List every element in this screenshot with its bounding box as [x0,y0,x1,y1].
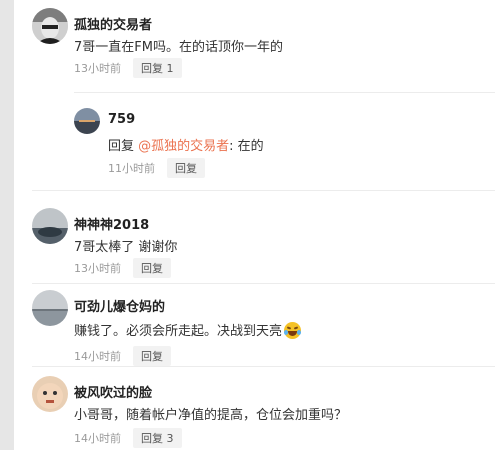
divider [32,366,495,367]
comment-text-content: 赚钱了。必须会所走起。决战到天亮 [74,324,283,339]
comment-author[interactable]: 可劲儿爆仓妈的 [74,296,165,315]
reply-text: 回复 @孤独的交易者: 在的 [108,135,264,154]
left-edge-strip [0,0,14,450]
comment-time: 14小时前 [74,350,121,363]
comment-text: 7哥太棒了 谢谢你 [74,240,178,255]
reply-time: 11小时前 [108,162,155,175]
avatar[interactable] [32,376,68,412]
comment-meta: 14小时前 回复 [74,346,171,366]
reply-button[interactable]: 回复 1 [133,58,182,78]
comment-author[interactable]: 神神神2018 [74,214,149,233]
divider [32,283,495,284]
avatar[interactable] [32,208,68,244]
mention-link[interactable]: @孤独的交易者 [138,139,229,154]
comment-author[interactable]: 孤独的交易者 [74,14,152,33]
avatar[interactable] [32,8,68,44]
comment-text: 7哥一直在FM吗。在的话顶你一年的 [74,40,283,55]
divider [32,190,495,191]
comment-meta: 13小时前 回复 [74,258,171,278]
laughing-crying-emoji-icon [284,322,302,339]
comment-meta: 14小时前 回复 3 [74,428,182,448]
comment-item: 孤独的交易者 7哥一直在FM吗。在的话顶你一年的 13小时前 回复 1 [32,8,503,78]
comment-item: 被风吹过的脸 小哥哥，随着帐户净值的提高，仓位会加重吗？ 14小时前 回复 3 [32,376,503,448]
comment-meta: 13小时前 回复 1 [74,58,182,78]
comment-text: 小哥哥，随着帐户净值的提高，仓位会加重吗？ [74,408,348,423]
divider [74,92,495,93]
comment-item: 可劲儿爆仓妈的 赚钱了。必须会所走起。决战到天亮 14小时前 回复 [32,290,503,366]
reply-content: : 在的 [229,139,264,154]
reply-button[interactable]: 回复 3 [133,428,182,448]
reply-prefix: 回复 [108,139,139,154]
avatar[interactable] [32,290,68,326]
reply-button[interactable]: 回复 [133,258,171,278]
reply-author[interactable]: 759 [108,112,135,127]
comment-time: 14小时前 [74,432,121,445]
reply-button[interactable]: 回复 [133,346,171,366]
comment-author[interactable]: 被风吹过的脸 [74,382,152,401]
avatar[interactable] [74,108,100,134]
comment-text: 赚钱了。必须会所走起。决战到天亮 [74,320,302,339]
reply-item: 759 回复 @孤独的交易者: 在的 11小时前 回复 [74,108,503,178]
reply-button[interactable]: 回复 [167,158,205,178]
reply-meta: 11小时前 回复 [108,158,205,178]
comment-time: 13小时前 [74,62,121,75]
comment-time: 13小时前 [74,262,121,275]
comment-item: 神神神2018 7哥太棒了 谢谢你 13小时前 回复 [32,208,503,278]
